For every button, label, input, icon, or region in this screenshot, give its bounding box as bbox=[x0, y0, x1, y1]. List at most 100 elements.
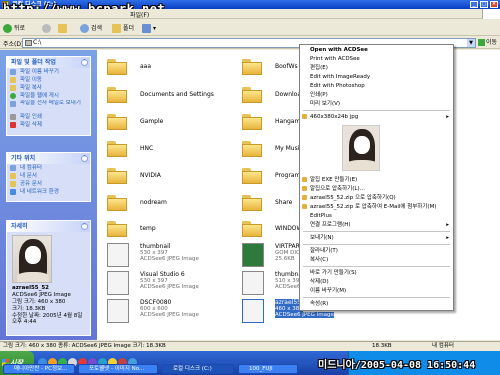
search-button[interactable]: 검색 bbox=[80, 23, 102, 34]
forward-button[interactable] bbox=[42, 23, 53, 34]
rename-icon bbox=[10, 69, 16, 75]
alzip-icon bbox=[302, 204, 307, 209]
folders-button[interactable]: 폴더 bbox=[112, 23, 134, 34]
address-label: 주소(D) bbox=[3, 41, 24, 48]
collapse-icon[interactable]: ⌃ bbox=[81, 223, 88, 230]
menu-delete[interactable]: 삭제(D) bbox=[300, 278, 453, 286]
alzip-icon bbox=[302, 195, 307, 200]
menu-edit-photoshop[interactable]: Edit with Photoshop bbox=[300, 82, 453, 90]
back-button[interactable]: 뒤로 bbox=[3, 23, 25, 34]
up-folder-button[interactable] bbox=[58, 23, 69, 34]
drive-icon bbox=[25, 40, 32, 46]
folder-icon bbox=[107, 168, 127, 184]
documents-icon bbox=[10, 173, 16, 179]
menu-cut[interactable]: 잘라내기(T) bbox=[300, 247, 453, 255]
detail-type: ACDSee6 JPEG Image bbox=[12, 292, 71, 298]
menu-alzip-email[interactable]: azrael55_52.zip 로 압축하여 E-Mail에 첨부하기(M) bbox=[300, 203, 453, 211]
menu-file[interactable]: 파일(F) bbox=[130, 10, 149, 19]
menu-edit-imageready[interactable]: Edit with ImageReady bbox=[300, 73, 453, 81]
folder-item[interactable]: Gample bbox=[107, 110, 237, 138]
menu-alzip-compress[interactable]: 알집으로 압축하기(L)... bbox=[300, 185, 453, 193]
status-size: 18.3KB bbox=[372, 343, 392, 349]
collapse-icon[interactable]: ⌃ bbox=[81, 59, 88, 66]
menu-properties[interactable]: 속성(R) bbox=[300, 300, 453, 308]
other-places-header[interactable]: 기타 위치 ⌃ bbox=[7, 153, 90, 164]
toolbar: 뒤로 검색 폴더 ▾ bbox=[0, 20, 500, 36]
clock[interactable]: 미드니아/2005-04-08 16:50:44 bbox=[318, 356, 475, 371]
network-icon bbox=[10, 189, 16, 195]
detail-filename: azrael55_52 bbox=[12, 285, 50, 291]
task-print[interactable]: 파일 인쇄 bbox=[7, 113, 90, 121]
file-tasks-header[interactable]: 파일 및 폴더 작업 ⌃ bbox=[7, 57, 90, 68]
go-arrow-icon bbox=[478, 39, 485, 46]
menu-alzip-exe[interactable]: 알집 EXE 만들기(E) bbox=[300, 176, 453, 184]
computer-icon bbox=[10, 165, 16, 171]
place-network[interactable]: 내 네트워크 환경 bbox=[7, 188, 90, 196]
folder-icon bbox=[242, 141, 262, 157]
menu-editplus[interactable]: EditPlus bbox=[300, 212, 453, 220]
back-arrow-icon bbox=[3, 24, 12, 33]
image-file-item[interactable]: thumbnail 530 x 397 ACDSee6 JPEG Image bbox=[107, 243, 237, 271]
task-delete[interactable]: 파일 삭제 bbox=[7, 121, 90, 129]
globe-icon bbox=[10, 93, 16, 99]
taskbar-button[interactable]: 포토웰넷 - 이미지 No... bbox=[78, 364, 158, 374]
image-file-item[interactable]: DSCF0080 600 x 600 ACDSee6 JPEG Image bbox=[107, 299, 237, 327]
menu-send-to[interactable]: 보내기(N) bbox=[300, 234, 453, 242]
task-rename[interactable]: 파일 이름 바꾸기 bbox=[7, 68, 90, 76]
chevron-down-icon[interactable]: ▼ bbox=[467, 39, 475, 47]
menu-print[interactable]: 인쇄(P) bbox=[300, 91, 453, 99]
menu-copy[interactable]: 복사(C) bbox=[300, 256, 453, 264]
menu-open-acdsee[interactable]: Open with ACDSee bbox=[300, 46, 453, 54]
search-icon bbox=[80, 24, 89, 33]
image-info-icon bbox=[302, 114, 307, 119]
folder-item[interactable]: NVIDIA bbox=[107, 164, 237, 192]
task-publish[interactable]: 파일을 웹에 게시 bbox=[7, 92, 90, 100]
details-header[interactable]: 자세히 ⌃ bbox=[7, 221, 90, 232]
taskbar-button[interactable]: 100_FUJI bbox=[238, 364, 298, 374]
image-file-item[interactable]: Visual Studio 6 530 x 397 ACDSee6 JPEG Ima… bbox=[107, 271, 237, 299]
maximize-button[interactable]: □ bbox=[480, 1, 488, 8]
collapse-icon[interactable]: ⌃ bbox=[81, 155, 88, 162]
menu-print-acdsee[interactable]: Print with ACDSee bbox=[300, 55, 453, 63]
task-copy[interactable]: 파일 복사 bbox=[7, 84, 90, 92]
folder-item[interactable]: nodream bbox=[107, 191, 237, 219]
task-move[interactable]: 파일 이동 bbox=[7, 76, 90, 84]
alzip-icon bbox=[302, 186, 307, 191]
menu-alzip-zip[interactable]: azrael55_52.zip 으로 압축하기(Q) bbox=[300, 194, 453, 202]
place-shared-documents[interactable]: 공유 문서 bbox=[7, 180, 90, 188]
menu-open-with[interactable]: 연결 프로그램(H) bbox=[300, 221, 453, 229]
folder-icon bbox=[242, 168, 262, 184]
taskbar-button[interactable]: 매니아만찬 - PC정보... bbox=[3, 364, 75, 374]
place-my-computer[interactable]: 내 컴퓨터 bbox=[7, 164, 90, 172]
dict-image-icon bbox=[242, 243, 264, 267]
go-button[interactable]: 이동 bbox=[478, 38, 497, 48]
menu-create-shortcut[interactable]: 바로 가기 만들기(S) bbox=[300, 269, 453, 277]
status-text: 그림 크기: 460 x 380 종류: ACDSee6 JPEG Image … bbox=[3, 343, 166, 349]
folder-item[interactable]: aaa bbox=[107, 55, 237, 83]
minimize-button[interactable]: _ bbox=[470, 1, 478, 8]
menu-rename[interactable]: 이름 바꾸기(M) bbox=[300, 287, 453, 295]
folder-item[interactable]: Documents and Settings bbox=[107, 83, 237, 111]
file-tasks-box: 파일 및 폴더 작업 ⌃ 파일 이름 바꾸기 파일 이동 파일 복사 파일을 웹에… bbox=[6, 56, 91, 136]
views-button[interactable]: ▾ bbox=[142, 23, 156, 34]
folder-item[interactable]: temp bbox=[107, 217, 237, 245]
folder-icon bbox=[107, 221, 127, 237]
other-places-box: 기타 위치 ⌃ 내 컴퓨터 내 문서 공유 문서 내 네트워크 환경 bbox=[6, 152, 91, 202]
menu-image-info[interactable]: 460x380x24b jpg bbox=[300, 113, 453, 121]
image-thumbnail-icon bbox=[242, 271, 264, 295]
email-icon bbox=[10, 101, 16, 107]
move-icon bbox=[10, 77, 16, 83]
menu-preview[interactable]: 미리 보기(V) bbox=[300, 100, 453, 108]
menu-edit[interactable]: 편집(E) bbox=[300, 64, 453, 72]
place-my-documents[interactable]: 내 문서 bbox=[7, 172, 90, 180]
task-email[interactable]: 파일을 전자 메일로 보내기 bbox=[7, 100, 90, 113]
folder-icon bbox=[107, 59, 127, 75]
taskbar-button-active[interactable]: 로컬 디스크 (C:) bbox=[162, 364, 234, 374]
context-preview-image bbox=[342, 125, 380, 171]
folder-icon bbox=[107, 114, 127, 130]
close-button[interactable]: × bbox=[490, 1, 498, 8]
folder-icon bbox=[107, 87, 127, 103]
image-thumbnail-icon bbox=[107, 271, 129, 295]
folder-item[interactable]: HNC bbox=[107, 137, 237, 165]
folder-icon bbox=[107, 141, 127, 157]
